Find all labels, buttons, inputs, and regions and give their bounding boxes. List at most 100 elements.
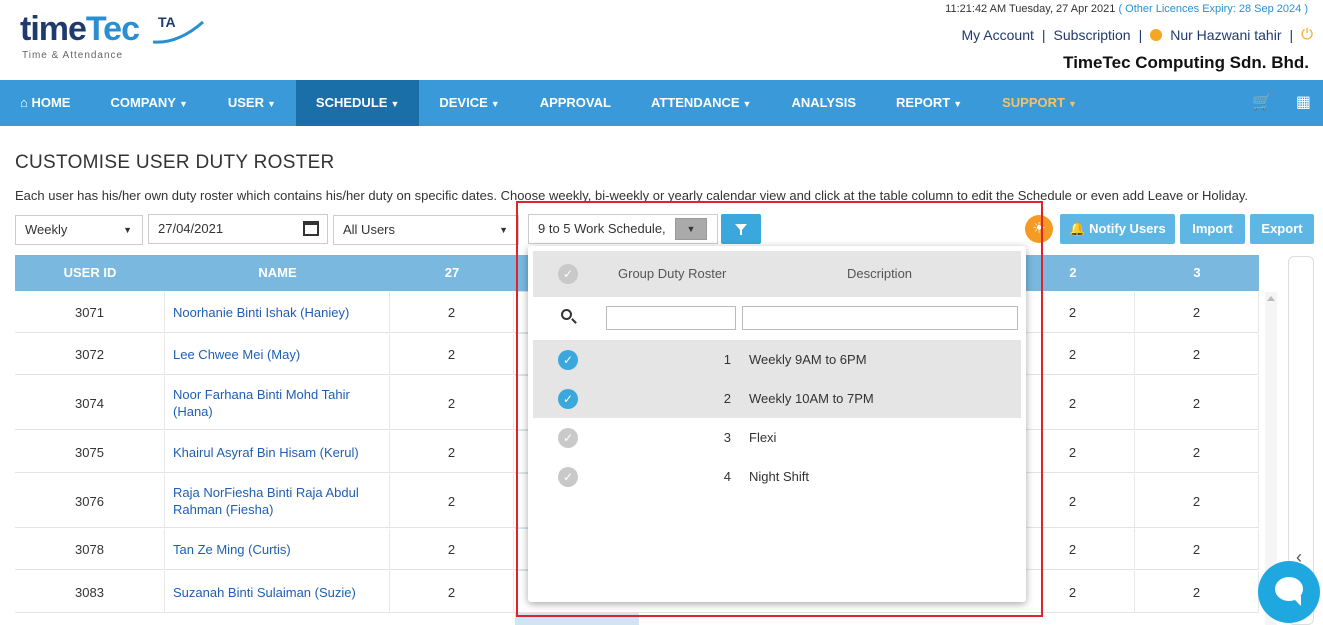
- roster-cell[interactable]: 2: [390, 474, 514, 528]
- roster-cell[interactable]: 2: [1135, 376, 1259, 430]
- option-description: Weekly 9AM to 6PM: [749, 352, 867, 367]
- col-name: NAME: [258, 265, 297, 280]
- nav-attendance[interactable]: ATTENDANCE ▼: [631, 80, 772, 126]
- user-name-link[interactable]: Noorhanie Binti Ishak (Haniey): [165, 292, 390, 333]
- nav-approval[interactable]: APPROVAL: [520, 80, 631, 126]
- nav-report[interactable]: REPORT ▼: [876, 80, 982, 126]
- nav-schedule[interactable]: SCHEDULE ▼: [295, 80, 420, 126]
- apps-grid-icon[interactable]: ▦: [1284, 80, 1323, 126]
- roster-cell[interactable]: 2: [1135, 431, 1259, 473]
- nav-home[interactable]: ⌂ HOME: [0, 80, 90, 126]
- user-id-cell: 3078: [15, 529, 165, 570]
- nav-right: 🛒 ▦: [1240, 80, 1323, 126]
- caret-down-icon: ▼: [499, 225, 508, 235]
- date-input[interactable]: 27/04/2021: [148, 214, 328, 244]
- col-description: Description: [847, 266, 913, 281]
- user-filter-select[interactable]: All Users ▼: [333, 215, 519, 245]
- option-number: 3: [723, 430, 731, 445]
- export-button[interactable]: Export: [1250, 214, 1314, 244]
- nav-device[interactable]: DEVICE ▼: [419, 80, 519, 126]
- unchecked-icon[interactable]: ✓: [558, 428, 578, 448]
- caret-down-icon: ▼: [1067, 99, 1077, 109]
- roster-cell[interactable]: 2: [1135, 292, 1259, 333]
- caret-down-icon: ▼: [742, 99, 752, 109]
- page-title: CUSTOMISE USER DUTY ROSTER: [15, 152, 335, 173]
- roster-cell[interactable]: 2: [1135, 571, 1259, 613]
- roster-cell[interactable]: 2: [1011, 376, 1135, 430]
- unchecked-icon[interactable]: ✓: [558, 467, 578, 487]
- roster-cell[interactable]: 2: [1011, 431, 1135, 473]
- user-name-link[interactable]: Suzanah Binti Sulaiman (Suzie): [165, 571, 390, 613]
- user-name-link[interactable]: Raja NorFiesha Binti Raja Abdul Rahman (…: [165, 474, 390, 528]
- logo-wordmark: timeTec: [20, 10, 140, 48]
- nav-analysis[interactable]: ANALYSIS: [771, 80, 876, 126]
- roster-option-1[interactable]: ✓ 1 Weekly 9AM to 6PM: [533, 340, 1021, 379]
- col-day-27[interactable]: 27: [390, 255, 514, 291]
- nav-user[interactable]: USER ▼: [208, 80, 296, 126]
- home-icon: ⌂: [20, 95, 32, 110]
- roster-cell[interactable]: 2: [390, 431, 514, 473]
- user-name-link[interactable]: Nur Hazwani tahir: [1170, 27, 1281, 43]
- roster-cell[interactable]: 2: [390, 376, 514, 430]
- top-info: 11:21:42 AM Tuesday, 27 Apr 2021 ( Other…: [945, 3, 1308, 15]
- logout-icon[interactable]: ⏻: [1301, 26, 1313, 43]
- roster-cell[interactable]: 2: [390, 571, 514, 613]
- col-day-3[interactable]: 3: [1135, 255, 1259, 291]
- roster-option-4[interactable]: ✓ 4 Night Shift: [533, 457, 1021, 496]
- view-select[interactable]: Weekly ▼: [15, 215, 143, 245]
- roster-cell[interactable]: 2: [1135, 529, 1259, 570]
- group-roster-select[interactable]: 9 to 5 Work Schedule, 9... ▼: [528, 214, 718, 264]
- roster-cell[interactable]: 2: [390, 292, 514, 333]
- timetec-logo[interactable]: timeTec TA Time & Attendance: [20, 8, 204, 64]
- nav-support[interactable]: SUPPORT ▼: [982, 80, 1097, 126]
- option-description: Weekly 10AM to 7PM: [749, 391, 874, 406]
- checked-icon[interactable]: ✓: [558, 350, 578, 370]
- calendar-icon[interactable]: [303, 221, 319, 236]
- my-account-link[interactable]: My Account: [962, 27, 1034, 43]
- group-search-input[interactable]: [606, 306, 736, 330]
- chat-launcher-button[interactable]: [1258, 561, 1320, 623]
- separator: |: [1289, 26, 1294, 43]
- subscription-link[interactable]: Subscription: [1054, 27, 1131, 43]
- user-name-link[interactable]: Lee Chwee Mei (May): [165, 334, 390, 375]
- import-button[interactable]: Import: [1180, 214, 1245, 244]
- option-number: 2: [723, 391, 731, 406]
- col-user-id: USER ID: [63, 265, 117, 280]
- separator: |: [1138, 26, 1143, 43]
- col-day-2[interactable]: 2: [1011, 255, 1135, 291]
- filter-icon-stem: [740, 230, 742, 235]
- roster-cell[interactable]: 2: [1011, 292, 1135, 333]
- user-id-cell: 3076: [15, 474, 165, 528]
- logo-ta: TA: [158, 14, 176, 30]
- roster-cell[interactable]: 2: [1135, 334, 1259, 375]
- licence-expiry[interactable]: ( Other Licences Expiry: 28 Sep 2024 ): [1118, 3, 1308, 15]
- roster-cell[interactable]: 2: [1011, 334, 1135, 375]
- notify-users-button[interactable]: 🔔 Notify Users: [1060, 214, 1175, 244]
- bell-icon: 🔔: [1069, 221, 1086, 236]
- roster-cell[interactable]: 2: [1011, 474, 1135, 528]
- roster-cell[interactable]: 2: [1135, 474, 1259, 528]
- theme-sun-icon[interactable]: ☀: [1025, 215, 1053, 243]
- roster-cell[interactable]: 2: [1011, 571, 1135, 613]
- user-name-link[interactable]: Khairul Asyraf Bin Hisam (Kerul): [165, 431, 390, 473]
- roster-cell[interactable]: 2: [1011, 529, 1135, 570]
- roster-cell[interactable]: 2: [390, 334, 514, 375]
- nav-company[interactable]: COMPANY ▼: [90, 80, 207, 126]
- user-id-cell: 3072: [15, 334, 165, 375]
- description-search-input[interactable]: [742, 306, 1018, 330]
- user-name-link[interactable]: Tan Ze Ming (Curtis): [165, 529, 390, 570]
- roster-cell[interactable]: 2: [390, 529, 514, 570]
- user-id-cell: 3071: [15, 292, 165, 333]
- select-all-check-icon[interactable]: ✓: [558, 264, 578, 284]
- caret-down-icon[interactable]: ▼: [675, 218, 707, 240]
- filter-button[interactable]: [721, 214, 761, 244]
- roster-option-2[interactable]: ✓ 2 Weekly 10AM to 7PM: [533, 379, 1021, 418]
- user-name-link[interactable]: Noor Farhana Binti Mohd Tahir (Hana): [165, 376, 390, 430]
- scroll-up-icon[interactable]: [1267, 296, 1275, 301]
- main-nav: ⌂ HOME COMPANY ▼ USER ▼ SCHEDULE ▼ DEVICE ▼ …: [0, 80, 1323, 126]
- checked-icon[interactable]: ✓: [558, 389, 578, 409]
- cart-icon[interactable]: 🛒: [1240, 80, 1284, 126]
- company-name: TimeTec Computing Sdn. Bhd.: [1063, 53, 1309, 72]
- roster-option-3[interactable]: ✓ 3 Flexi: [533, 418, 1021, 457]
- dropdown-search-row: [533, 302, 1021, 338]
